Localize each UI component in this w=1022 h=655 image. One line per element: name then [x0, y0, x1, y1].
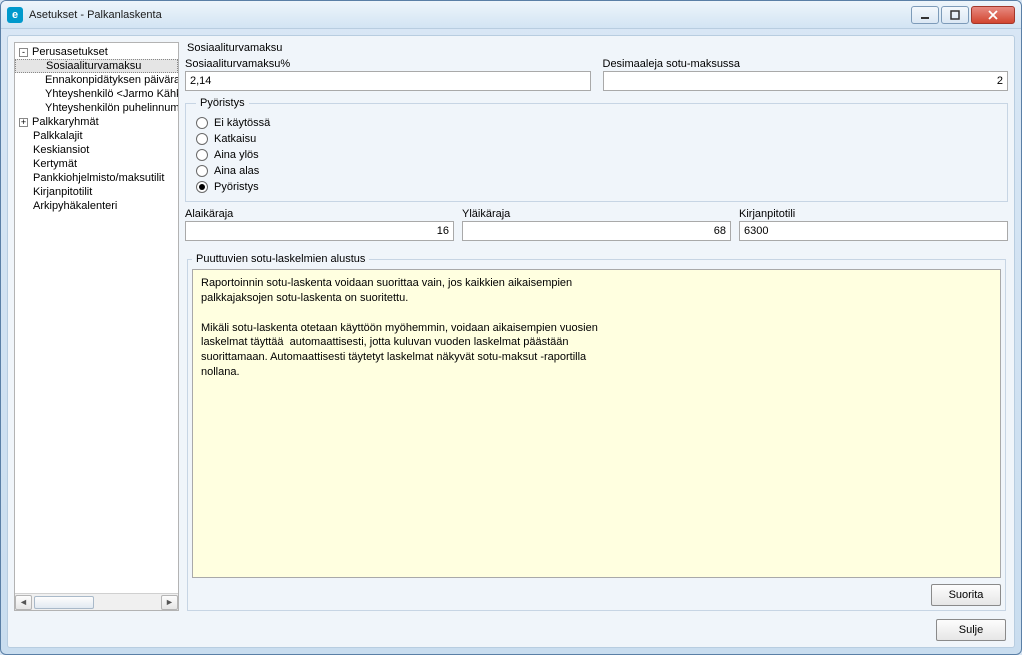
account-label: Kirjanpitotili — [739, 208, 1008, 220]
missing-sotu-legend: Puuttuvien sotu-laskelmien alustus — [192, 253, 369, 265]
rounding-legend: Pyöristys — [196, 97, 249, 109]
max-age-input[interactable] — [462, 221, 731, 241]
tree-node-yhteyshenkilo[interactable]: Yhteyshenkilö <Jarmo Kähkönen> — [15, 87, 178, 101]
field-decimals: Desimaaleja sotu-maksussa — [603, 58, 1009, 91]
radio-icon — [196, 181, 208, 193]
settings-tree[interactable]: - Perusasetukset Sosiaaliturvamaksu Enna… — [15, 43, 178, 593]
sotu-percent-label: Sosiaaliturvamaksu% — [185, 58, 591, 70]
scroll-thumb[interactable] — [34, 596, 94, 609]
tree-node-kirjanpitotilit[interactable]: Kirjanpitotilit — [15, 185, 178, 199]
tree-node-pankkiohjelmisto[interactable]: Pankkiohjelmisto/maksutilit — [15, 171, 178, 185]
radio-label: Pyöristys — [214, 181, 259, 193]
close-button[interactable] — [971, 6, 1015, 24]
field-max-age: Yläikäraja — [462, 208, 731, 241]
collapse-icon[interactable]: - — [19, 48, 28, 57]
field-min-age: Alaikäraja — [185, 208, 454, 241]
decimals-input[interactable] — [603, 71, 1009, 91]
radio-label: Ei käytössä — [214, 117, 270, 129]
page-title: Sosiaaliturvamaksu — [185, 42, 1008, 56]
tree-node-arkipyhakalenteri[interactable]: Arkipyhäkalenteri — [15, 199, 178, 213]
tree-node-kertymat[interactable]: Kertymät — [15, 157, 178, 171]
radio-icon — [196, 165, 208, 177]
rounding-option-down[interactable]: Aina alas — [196, 163, 997, 179]
tree-node-keskiansiot[interactable]: Keskiansiot — [15, 143, 178, 157]
tree-node-yhteyshenkilo-puhelin[interactable]: Yhteyshenkilön puhelinnumero — [15, 101, 178, 115]
rounding-option-none[interactable]: Ei käytössä — [196, 115, 997, 131]
titlebar: e Asetukset - Palkanlaskenta — [1, 1, 1021, 29]
close-dialog-button[interactable]: Sulje — [936, 619, 1006, 641]
tree-node-palkkalajit[interactable]: Palkkalajit — [15, 129, 178, 143]
radio-icon — [196, 117, 208, 129]
client-area: - Perusasetukset Sosiaaliturvamaksu Enna… — [7, 35, 1015, 648]
decimals-label: Desimaaleja sotu-maksussa — [603, 58, 1009, 70]
tree-node-label: Arkipyhäkalenteri — [33, 200, 117, 212]
tree-horizontal-scrollbar[interactable]: ◄ ► — [15, 593, 178, 610]
tree-node-label: Ennakonpidätyksen päiväraha — [45, 74, 178, 86]
rounding-group: Pyöristys Ei käytössä Katkaisu Aina ylös — [185, 97, 1008, 202]
max-age-label: Yläikäraja — [462, 208, 731, 220]
radio-icon — [196, 133, 208, 145]
field-account: Kirjanpitotili — [739, 208, 1008, 241]
maximize-button[interactable] — [941, 6, 969, 24]
tree-node-label: Yhteyshenkilö <Jarmo Kähkönen> — [45, 88, 178, 100]
missing-sotu-text: Raportoinnin sotu-laskenta voidaan suori… — [192, 269, 1001, 578]
minimize-icon — [920, 10, 930, 20]
tree-node-label: Perusasetukset — [32, 46, 108, 58]
radio-label: Aina alas — [214, 165, 259, 177]
tree-node-palkkaryhmat[interactable]: + Palkkaryhmät — [15, 115, 178, 129]
radio-label: Aina ylös — [214, 149, 259, 161]
min-age-label: Alaikäraja — [185, 208, 454, 220]
tree-node-ennakonpidatys[interactable]: Ennakonpidätyksen päiväraha — [15, 73, 178, 87]
tree-node-label: Sosiaaliturvamaksu — [46, 60, 141, 72]
tree-node-label: Palkkalajit — [33, 130, 83, 142]
tree-node-label: Keskiansiot — [33, 144, 89, 156]
execute-button[interactable]: Suorita — [931, 584, 1001, 606]
tree-node-label: Pankkiohjelmisto/maksutilit — [33, 172, 164, 184]
close-icon — [987, 10, 999, 20]
app-window: e Asetukset - Palkanlaskenta - Perusaset… — [0, 0, 1022, 655]
scroll-track[interactable] — [32, 595, 161, 610]
tree-node-perusasetukset[interactable]: - Perusasetukset — [15, 45, 178, 59]
radio-icon — [196, 149, 208, 161]
rounding-option-up[interactable]: Aina ylös — [196, 147, 997, 163]
maximize-icon — [950, 10, 960, 20]
rounding-option-truncate[interactable]: Katkaisu — [196, 131, 997, 147]
settings-tree-panel: - Perusasetukset Sosiaaliturvamaksu Enna… — [14, 42, 179, 611]
tree-node-label: Kirjanpitotilit — [33, 186, 92, 198]
minimize-button[interactable] — [911, 6, 939, 24]
tree-node-label: Palkkaryhmät — [32, 116, 99, 128]
sotu-percent-input[interactable] — [185, 71, 591, 91]
field-sotu-percent: Sosiaaliturvamaksu% — [185, 58, 591, 91]
min-age-input[interactable] — [185, 221, 454, 241]
main-panel: Sosiaaliturvamaksu Sosiaaliturvamaksu% D… — [185, 42, 1008, 611]
expand-icon[interactable]: + — [19, 118, 28, 127]
missing-sotu-group: Puuttuvien sotu-laskelmien alustus Rapor… — [187, 253, 1006, 611]
tree-node-label: Yhteyshenkilön puhelinnumero — [45, 102, 178, 114]
scroll-right-button[interactable]: ► — [161, 595, 178, 610]
dialog-footer: Sulje — [14, 617, 1008, 641]
app-icon: e — [7, 7, 23, 23]
account-input[interactable] — [739, 221, 1008, 241]
radio-label: Katkaisu — [214, 133, 256, 145]
tree-node-label: Kertymät — [33, 158, 77, 170]
window-title: Asetukset - Palkanlaskenta — [29, 9, 911, 21]
tree-node-sosiaaliturvamaksu[interactable]: Sosiaaliturvamaksu — [15, 59, 178, 73]
scroll-left-button[interactable]: ◄ — [15, 595, 32, 610]
rounding-option-round[interactable]: Pyöristys — [196, 179, 997, 195]
